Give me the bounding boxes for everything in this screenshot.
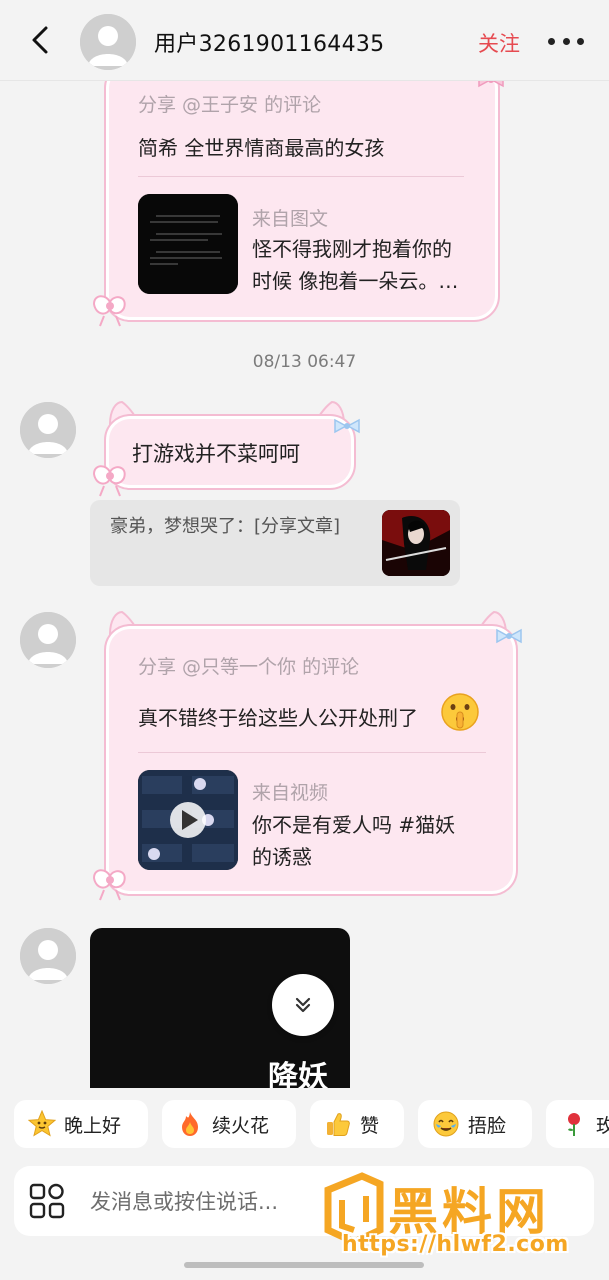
video-caption: 降妖	[268, 1060, 328, 1088]
quick-reply-chip[interactable]: 玫	[546, 1100, 609, 1148]
rose-icon	[568, 1113, 580, 1136]
default-avatar-icon	[20, 612, 76, 668]
watermark-url: https://hlwf2.com	[342, 1232, 569, 1257]
default-avatar-icon	[80, 14, 136, 70]
more-dot-icon	[548, 37, 555, 45]
share-header: 分享 @只等一个你 的评论	[138, 656, 360, 678]
sender-avatar[interactable]	[20, 612, 76, 668]
source-label: 来自图文	[252, 208, 329, 230]
sender-avatar[interactable]	[20, 928, 76, 984]
video-thumbnail[interactable]	[138, 770, 238, 870]
quick-reply-label: 捂脸	[468, 1114, 507, 1137]
scroll-to-bottom-button[interactable]	[272, 974, 334, 1036]
quick-reply-label: 晚上好	[64, 1114, 122, 1137]
article-thumbnail[interactable]	[382, 510, 450, 576]
sender-avatar[interactable]	[20, 402, 76, 458]
chevron-left-icon	[32, 26, 48, 54]
share-comment-text: 简希 全世界情商最高的女孩	[138, 136, 385, 160]
source-line-1: 怪不得我刚才抱着你的	[252, 237, 452, 261]
fire-icon	[182, 1112, 198, 1136]
bow-decoration-icon	[92, 869, 126, 901]
shared-comment-bubble[interactable]: 分享 @只等一个你 的评论 真不错终于给这些人公开处刑了 来自视频 你不是有爱人…	[104, 624, 518, 896]
anime-character-image	[382, 510, 450, 576]
quote-text: 豪弟，梦想哭了：[分享文章]	[110, 516, 341, 537]
quick-reply-label: 玫	[596, 1114, 609, 1137]
quick-reply-chip[interactable]: 捂脸	[418, 1100, 532, 1148]
more-dot-icon	[562, 37, 570, 45]
shushing-face-emoji-icon	[441, 693, 479, 731]
quick-reply-chip[interactable]: 赞	[310, 1100, 404, 1148]
bow-icon	[334, 418, 360, 434]
star-face-icon	[28, 1110, 56, 1137]
more-dot-icon	[577, 37, 584, 45]
bow-decoration-icon	[92, 465, 126, 497]
follow-button[interactable]: 关注	[478, 28, 520, 58]
bow-decoration-icon	[92, 295, 126, 327]
message-input[interactable]: 发消息或按住说话...	[90, 1186, 278, 1216]
double-chevron-down-icon	[295, 997, 311, 1013]
apps-grid-icon[interactable]	[28, 1182, 66, 1220]
bow-icon	[496, 628, 522, 644]
share-header: 分享 @王子安 的评论	[138, 94, 322, 116]
message-timestamp: 08/13 06:47	[252, 352, 357, 372]
source-line-1: 你不是有爱人吗 #猫妖	[252, 813, 456, 837]
message-text: 打游戏并不菜呵呵	[132, 442, 300, 466]
facepalm-emoji-icon	[433, 1111, 459, 1137]
home-indicator	[184, 1262, 424, 1268]
contact-avatar[interactable]	[80, 14, 136, 70]
more-button[interactable]	[548, 26, 584, 56]
chat-header: 用户3261901164435 关注	[0, 0, 609, 81]
source-line-2: 的诱惑	[252, 845, 312, 869]
share-comment-text: 真不错终于给这些人公开处刑了	[138, 706, 418, 730]
contact-name: 用户3261901164435	[154, 32, 385, 57]
shared-comment-bubble[interactable]: 分享 @王子安 的评论 简希 全世界情商最高的女孩 来自图文 怪不得我刚才抱着你…	[104, 62, 500, 322]
default-avatar-icon	[20, 928, 76, 984]
divider	[138, 176, 464, 177]
back-button[interactable]	[22, 22, 58, 58]
article-thumbnail[interactable]	[138, 194, 238, 294]
text-message-bubble[interactable]: 打游戏并不菜呵呵	[104, 414, 356, 490]
text-image-thumbnail	[138, 194, 238, 294]
quick-reply-bar: 晚上好 续火花 赞 捂脸 玫	[0, 1096, 609, 1154]
source-line-2: 时候 像抱着一朵云。…	[252, 269, 459, 293]
quick-reply-chip[interactable]: 续火花	[162, 1100, 296, 1148]
video-preview-image	[138, 770, 238, 870]
quoted-reply[interactable]: 豪弟，梦想哭了：[分享文章]	[90, 500, 460, 586]
default-avatar-icon	[20, 402, 76, 458]
quick-reply-chip[interactable]: 晚上好	[14, 1100, 148, 1148]
thumbs-up-icon	[327, 1113, 350, 1136]
quick-reply-label: 续火花	[212, 1114, 270, 1137]
quick-reply-label: 赞	[360, 1114, 380, 1137]
source-label: 来自视频	[252, 782, 329, 804]
divider	[138, 752, 486, 753]
